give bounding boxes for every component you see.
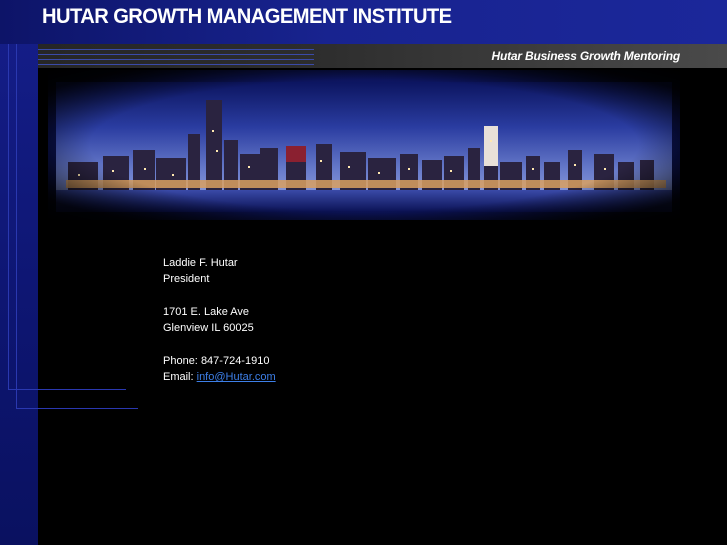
email-row: Email: info@Hutar.com	[163, 369, 276, 385]
email-label: Email:	[163, 371, 194, 384]
phone-number: 847-724-1910	[200, 354, 270, 367]
address-line-2: Glenview IL 60025	[163, 322, 254, 335]
site-title: HUTAR GROWTH MANAGEMENT INSTITUTE	[42, 5, 452, 28]
site-header: HUTAR GROWTH MANAGEMENT INSTITUTE	[0, 0, 727, 44]
skyline-banner	[48, 70, 680, 220]
phone-label: Phone:	[163, 354, 198, 367]
page: HUTAR GROWTH MANAGEMENT INSTITUTE Hutar …	[0, 0, 727, 545]
contact-info: Laddie F. Hutar President 1701 E. Lake A…	[163, 255, 276, 385]
site-tagline: Hutar Business Growth Mentoring	[491, 49, 681, 63]
contact-name: Laddie F. Hutar	[163, 257, 238, 269]
contact-role: President	[163, 273, 210, 286]
address-line-1: 1701 E. Lake Ave	[163, 305, 250, 318]
email-link[interactable]: info@Hutar.com	[197, 371, 276, 383]
chicago-skyline-image	[48, 70, 680, 220]
tagline-bar: Hutar Business Growth Mentoring	[38, 44, 727, 68]
phone-row: Phone: 847-724-1910	[163, 353, 276, 369]
